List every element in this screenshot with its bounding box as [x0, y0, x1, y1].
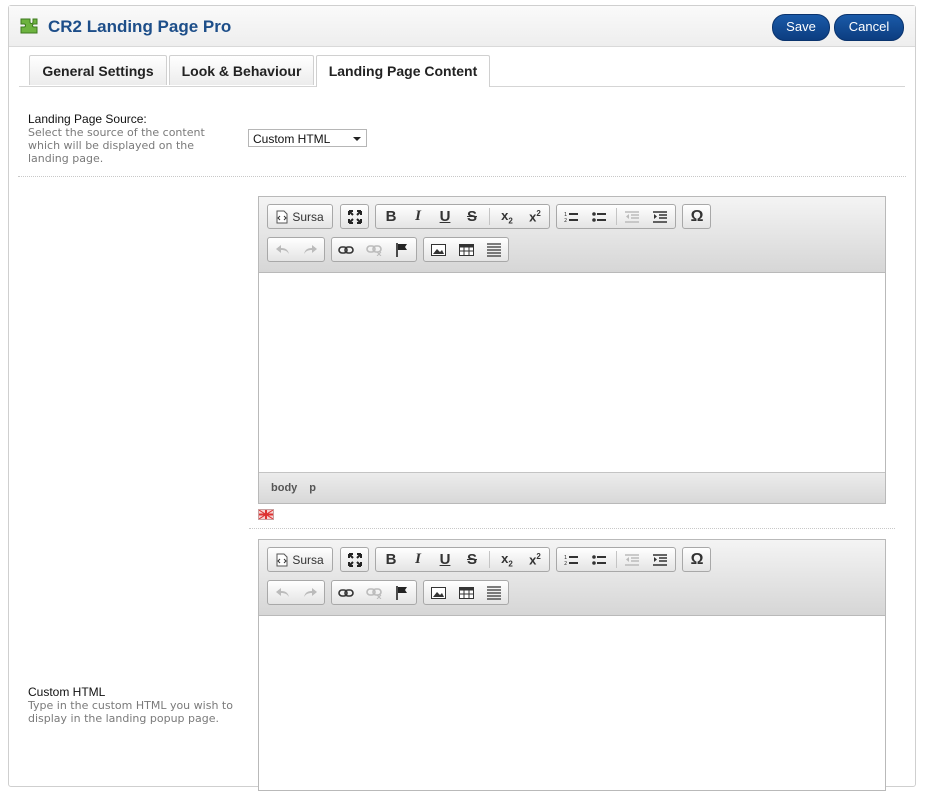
- header-bar: CR2 Landing Page Pro Save Cancel: [9, 6, 915, 47]
- toolbar-separator: [616, 551, 617, 568]
- toolbar-group-maximize: [340, 204, 369, 229]
- editor-statusbar-1: body p: [259, 472, 885, 503]
- bold-icon[interactable]: B: [378, 205, 404, 228]
- editor-toolbar-1: Sursa B I U S x2 x2 12 Ω: [259, 197, 885, 273]
- special-char-icon[interactable]: Ω: [684, 205, 710, 228]
- maximize-icon[interactable]: [342, 205, 368, 228]
- bulleted-list-icon[interactable]: [586, 548, 612, 571]
- horizontal-rule-icon[interactable]: [481, 238, 507, 261]
- landing-source-selected: Custom HTML: [253, 132, 331, 146]
- rich-text-editor-2: Sursa B I U S x2 x2 12 Ω: [258, 539, 886, 791]
- horizontal-rule-icon[interactable]: [481, 581, 507, 604]
- unlink-icon[interactable]: [361, 238, 387, 261]
- path-element-body[interactable]: body: [271, 482, 297, 494]
- toolbar-group-links: [331, 237, 417, 262]
- settings-panel: CR2 Landing Page Pro Save Cancel General…: [8, 5, 916, 791]
- link-icon[interactable]: [333, 238, 359, 261]
- table-icon[interactable]: [453, 581, 479, 604]
- special-char-icon[interactable]: Ω: [684, 548, 710, 571]
- cancel-button[interactable]: Cancel: [834, 14, 904, 41]
- tab-landing-page-content[interactable]: Landing Page Content: [316, 55, 490, 87]
- image-icon[interactable]: [425, 581, 451, 604]
- source-label: Sursa: [292, 552, 324, 567]
- source-label: Sursa: [292, 209, 324, 224]
- uk-flag-icon: [258, 509, 274, 520]
- toolbar-group-lists: 12: [556, 204, 676, 229]
- underline-icon[interactable]: U: [432, 548, 458, 571]
- editor-content-area-1[interactable]: [259, 273, 885, 472]
- chevron-down-icon: [353, 137, 361, 141]
- toolbar-group-source: Sursa: [267, 204, 333, 229]
- indent-icon[interactable]: [647, 205, 673, 228]
- divider: [18, 176, 906, 177]
- divider: [249, 528, 895, 529]
- bulleted-list-icon[interactable]: [586, 205, 612, 228]
- landing-source-description: Select the source of the content which w…: [28, 126, 205, 165]
- source-button[interactable]: Sursa: [268, 548, 332, 571]
- save-button[interactable]: Save: [772, 14, 830, 41]
- custom-html-title: Custom HTML: [28, 685, 106, 699]
- toolbar-group-links: [331, 580, 417, 605]
- anchor-flag-icon[interactable]: [389, 238, 415, 261]
- path-element-p[interactable]: p: [309, 482, 316, 494]
- svg-text:2: 2: [564, 561, 567, 566]
- tab-general-settings[interactable]: General Settings: [29, 55, 167, 85]
- toolbar-group-maximize: [340, 547, 369, 572]
- toolbar-group-insert: [423, 237, 509, 262]
- editor-content-area-2[interactable]: [259, 616, 885, 790]
- toolbar-group-basicstyles: B I U S x2 x2: [375, 547, 550, 572]
- toolbar-separator: [489, 208, 490, 225]
- toolbar-group-insert: [423, 580, 509, 605]
- rich-text-editor-1: Sursa B I U S x2 x2 12 Ω body p: [258, 196, 886, 504]
- toolbar-group-special: Ω: [682, 547, 711, 572]
- editor-toolbar-2: Sursa B I U S x2 x2 12 Ω: [259, 540, 885, 616]
- undo-icon[interactable]: [270, 238, 296, 261]
- anchor-flag-icon[interactable]: [389, 581, 415, 604]
- image-icon[interactable]: [425, 238, 451, 261]
- numbered-list-icon[interactable]: 12: [558, 548, 584, 571]
- redo-icon[interactable]: [297, 238, 323, 261]
- puzzle-icon: [20, 18, 38, 34]
- italic-icon[interactable]: I: [405, 548, 431, 571]
- toolbar-group-lists: 12: [556, 547, 676, 572]
- source-button[interactable]: Sursa: [268, 205, 332, 228]
- redo-icon[interactable]: [297, 581, 323, 604]
- outdent-icon[interactable]: [619, 548, 645, 571]
- maximize-icon[interactable]: [342, 548, 368, 571]
- table-icon[interactable]: [453, 238, 479, 261]
- superscript-icon[interactable]: x2: [522, 548, 548, 571]
- custom-html-label: Custom HTML Type in the custom HTML you …: [28, 685, 233, 725]
- superscript-icon[interactable]: x2: [522, 205, 548, 228]
- toolbar-group-undo: [267, 580, 325, 605]
- toolbar-group-special: Ω: [682, 204, 711, 229]
- svg-text:2: 2: [564, 218, 567, 223]
- toolbar-separator: [616, 208, 617, 225]
- strike-icon[interactable]: S: [459, 548, 485, 571]
- landing-source-label: Landing Page Source: Select the source o…: [28, 112, 228, 165]
- numbered-list-icon[interactable]: 12: [558, 205, 584, 228]
- custom-html-description: Type in the custom HTML you wish to disp…: [28, 699, 233, 725]
- outdent-icon[interactable]: [619, 205, 645, 228]
- toolbar-group-undo: [267, 237, 325, 262]
- italic-icon[interactable]: I: [405, 205, 431, 228]
- subscript-icon[interactable]: x2: [494, 205, 520, 228]
- toolbar-separator: [489, 551, 490, 568]
- app-title: CR2 Landing Page Pro: [48, 17, 232, 36]
- undo-icon[interactable]: [270, 581, 296, 604]
- unlink-icon[interactable]: [361, 581, 387, 604]
- tab-bar: General Settings Look & Behaviour Landin…: [19, 55, 905, 87]
- bold-icon[interactable]: B: [378, 548, 404, 571]
- source-icon: [276, 553, 288, 566]
- toolbar-group-basicstyles: B I U S x2 x2: [375, 204, 550, 229]
- strike-icon[interactable]: S: [459, 205, 485, 228]
- landing-source-select[interactable]: Custom HTML: [248, 129, 367, 147]
- link-icon[interactable]: [333, 581, 359, 604]
- indent-icon[interactable]: [647, 548, 673, 571]
- landing-source-title: Landing Page Source:: [28, 112, 147, 126]
- toolbar-group-source: Sursa: [267, 547, 333, 572]
- source-icon: [276, 210, 288, 223]
- subscript-icon[interactable]: x2: [494, 548, 520, 571]
- tab-look-behaviour[interactable]: Look & Behaviour: [169, 55, 314, 85]
- underline-icon[interactable]: U: [432, 205, 458, 228]
